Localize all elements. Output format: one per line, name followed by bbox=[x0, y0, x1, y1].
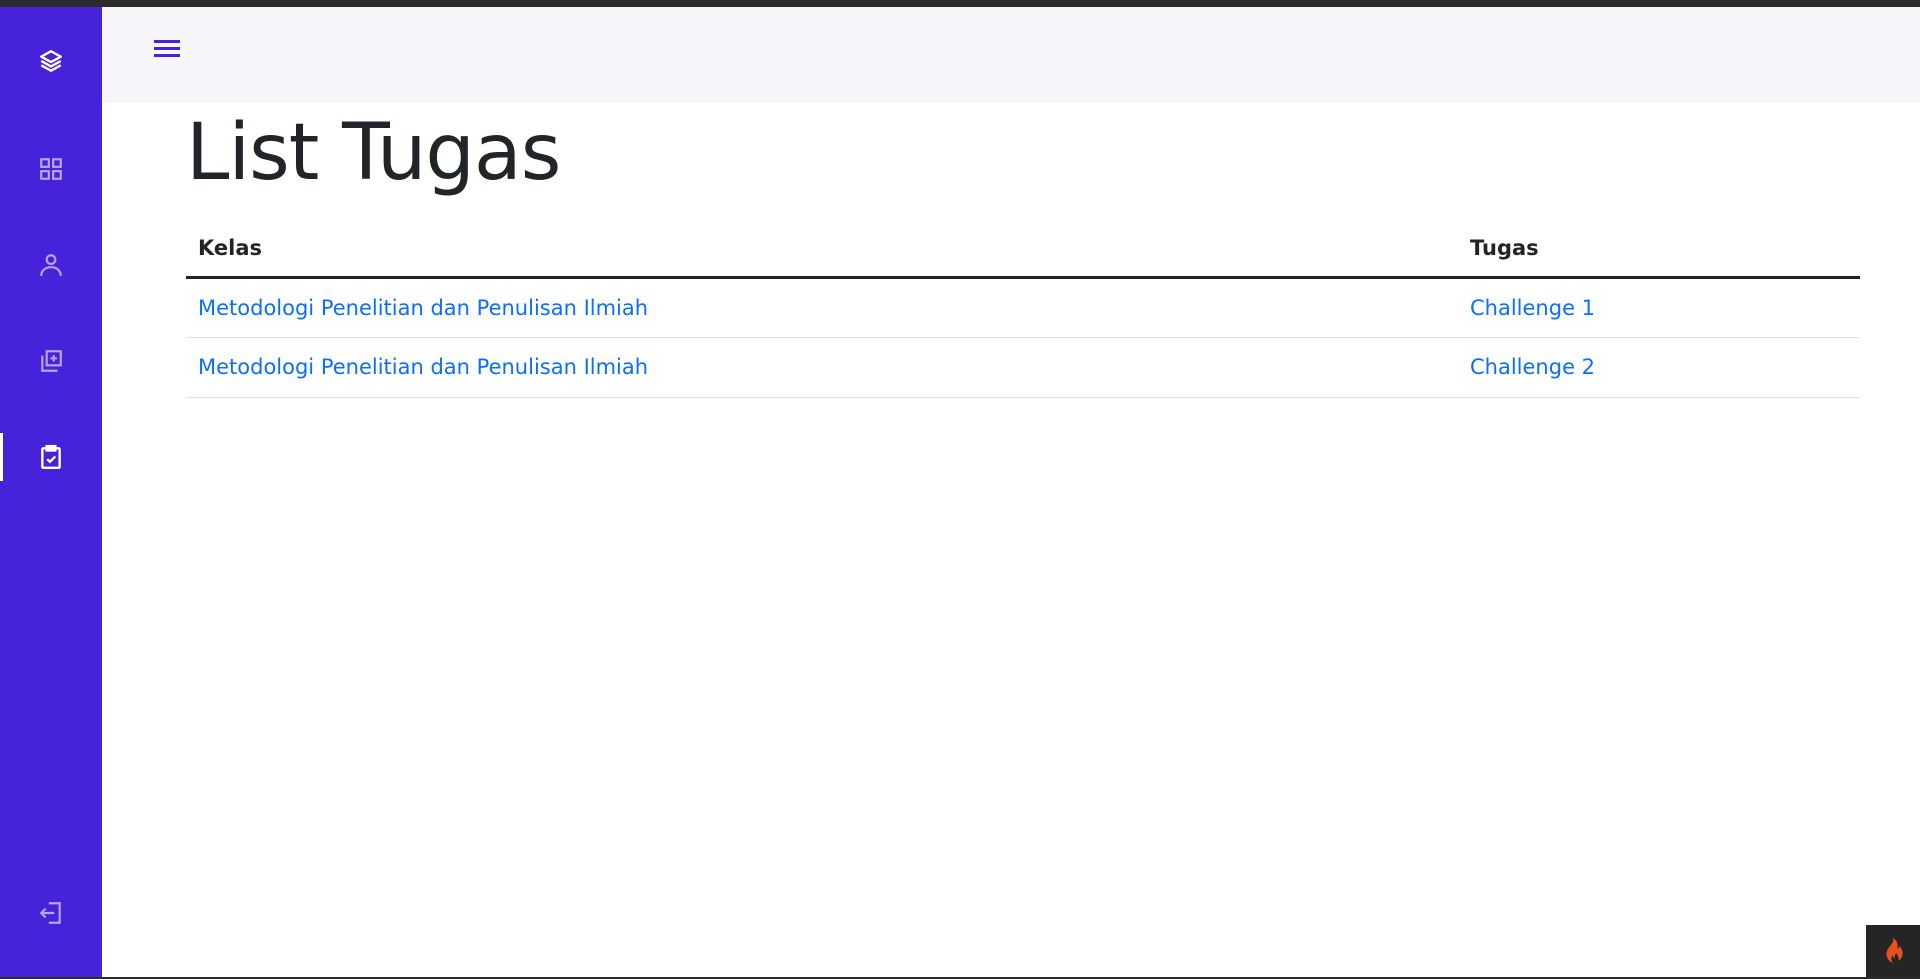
debug-toolbar-button[interactable] bbox=[1866, 925, 1920, 979]
page-title: List Tugas bbox=[186, 108, 561, 198]
logout-button[interactable] bbox=[0, 889, 102, 937]
logout-icon bbox=[39, 902, 61, 924]
task-link[interactable]: Challenge 2 bbox=[1470, 355, 1595, 379]
task-link[interactable]: Challenge 1 bbox=[1470, 296, 1595, 320]
sidebar-item-dashboard[interactable] bbox=[0, 145, 102, 193]
table-row: Metodologi Penelitian dan Penulisan Ilmi… bbox=[186, 277, 1860, 338]
window-top-strip bbox=[0, 0, 1920, 7]
column-header-tugas: Tugas bbox=[1458, 220, 1860, 279]
grid-icon bbox=[40, 158, 62, 180]
clipboard-check-icon bbox=[41, 444, 61, 470]
layers-icon bbox=[40, 50, 62, 72]
logo-button[interactable] bbox=[0, 37, 102, 85]
table-row: Metodologi Penelitian dan Penulisan Ilmi… bbox=[186, 337, 1860, 398]
task-table: Kelas Tugas Metodologi Penelitian dan Pe… bbox=[186, 220, 1860, 398]
add-collection-icon bbox=[41, 350, 62, 372]
sidebar bbox=[0, 7, 102, 979]
user-icon bbox=[40, 254, 62, 276]
sidebar-item-add[interactable] bbox=[0, 337, 102, 385]
menu-toggle-button[interactable] bbox=[154, 37, 180, 59]
class-link[interactable]: Metodologi Penelitian dan Penulisan Ilmi… bbox=[198, 355, 648, 379]
column-header-kelas: Kelas bbox=[186, 220, 1458, 279]
flame-icon bbox=[1886, 938, 1903, 963]
class-link[interactable]: Metodologi Penelitian dan Penulisan Ilmi… bbox=[198, 296, 648, 320]
top-header bbox=[102, 7, 1920, 103]
sidebar-item-tasks[interactable] bbox=[0, 433, 102, 481]
sidebar-item-profile[interactable] bbox=[0, 241, 102, 289]
